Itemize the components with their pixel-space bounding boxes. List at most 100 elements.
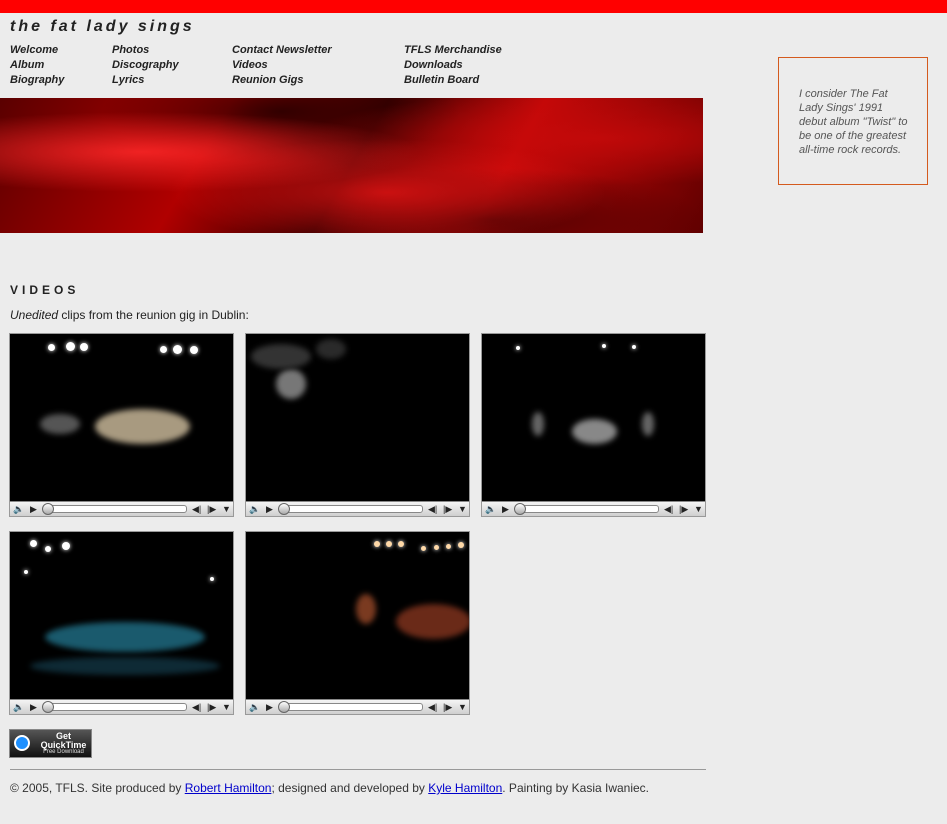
nav-link-merchandise[interactable]: TFLS Merchandise [404,43,502,58]
nav-link-welcome[interactable]: Welcome [10,43,64,58]
footer-copyright: © 2005, TFLS. Site produced by [10,781,185,795]
step-back-icon[interactable]: ◀| [428,701,437,713]
video-controls: 🔈 ▶ ◀| |▶ ▼ [246,501,469,516]
stage-light [421,546,426,551]
stage-light [190,346,198,354]
step-forward-icon[interactable]: |▶ [443,503,452,515]
stage-light [45,546,51,552]
scrubber-track[interactable] [42,503,187,515]
step-back-icon[interactable]: ◀| [192,503,201,515]
nav-link-reunion-gigs[interactable]: Reunion Gigs [232,73,332,88]
drum-kit-blur [276,369,306,399]
scrubber-track[interactable] [42,701,187,713]
footer-divider [10,769,706,770]
menu-chevron-down-icon[interactable]: ▼ [694,503,703,515]
video-controls: 🔈 ▶ ◀| |▶ ▼ [10,699,233,714]
scrubber-track[interactable] [278,701,423,713]
video-player-1[interactable]: 🔈 ▶ ◀| |▶ ▼ [9,333,234,517]
volume-icon[interactable]: 🔈 [485,503,496,515]
band-silhouette [45,622,205,652]
scrubber-knob[interactable] [42,503,54,515]
video-player-2[interactable]: 🔈 ▶ ◀| |▶ ▼ [245,333,470,517]
stage-floor [30,657,220,675]
play-icon[interactable]: ▶ [266,503,273,515]
stage-light [398,541,404,547]
play-icon[interactable]: ▶ [502,503,509,515]
video-controls: 🔈 ▶ ◀| |▶ ▼ [246,699,469,714]
menu-chevron-down-icon[interactable]: ▼ [458,503,467,515]
volume-icon[interactable]: 🔈 [249,701,260,713]
nav-column-4: TFLS Merchandise Downloads Bulletin Boar… [404,43,502,88]
stage-light [66,342,75,351]
step-forward-icon[interactable]: |▶ [679,503,688,515]
footer-text-suffix: . Painting by Kasia Iwaniec. [502,781,650,795]
nav-link-downloads[interactable]: Downloads [404,58,502,73]
step-back-icon[interactable]: ◀| [664,503,673,515]
band-silhouette [396,604,469,639]
step-forward-icon[interactable]: |▶ [207,503,216,515]
nav-link-lyrics[interactable]: Lyrics [112,73,179,88]
quote-text: I consider The Fat Lady Sings' 1991 debu… [799,88,908,156]
step-forward-icon[interactable]: |▶ [443,701,452,713]
play-icon[interactable]: ▶ [30,503,37,515]
stage-rig-blur [316,339,346,359]
top-red-bar [0,0,947,13]
stage-light [458,542,464,548]
stage-light [160,346,167,353]
band-silhouette [40,414,80,434]
site-title: the fat lady sings [10,18,195,35]
scrubber-knob[interactable] [278,503,290,515]
stage-light [30,540,37,547]
volume-icon[interactable]: 🔈 [13,503,24,515]
video-player-4[interactable]: 🔈 ▶ ◀| |▶ ▼ [9,531,234,715]
video-frame[interactable] [246,334,469,501]
menu-chevron-down-icon[interactable]: ▼ [458,701,467,713]
step-forward-icon[interactable]: |▶ [207,701,216,713]
nav-link-discography[interactable]: Discography [112,58,179,73]
menu-chevron-down-icon[interactable]: ▼ [222,701,231,713]
videos-intro: Unedited clips from the reunion gig in D… [10,308,249,322]
stage-light [24,570,28,574]
video-frame[interactable] [10,334,233,501]
play-icon[interactable]: ▶ [266,701,273,713]
stage-light [434,545,439,550]
band-silhouette [95,409,190,444]
quicktime-sublabel: Free Download [43,749,84,755]
get-quicktime-button[interactable]: Get QuickTime Free Download [9,729,92,758]
scrubber-knob[interactable] [42,701,54,713]
video-frame[interactable] [482,334,705,501]
stage-light [632,345,636,349]
nav-link-bulletin-board[interactable]: Bulletin Board [404,73,502,88]
nav-link-photos[interactable]: Photos [112,43,179,58]
play-icon[interactable]: ▶ [30,701,37,713]
menu-chevron-down-icon[interactable]: ▼ [222,503,231,515]
quicktime-label: Get QuickTime [36,732,91,750]
stage-light [80,343,88,351]
quicktime-logo-icon [14,735,30,751]
nav-column-1: Welcome Album Biography [10,43,64,88]
nav-link-contact-newsletter[interactable]: Contact Newsletter [232,43,332,58]
video-frame[interactable] [246,532,469,699]
step-back-icon[interactable]: ◀| [192,701,201,713]
volume-icon[interactable]: 🔈 [13,701,24,713]
video-player-3[interactable]: 🔈 ▶ ◀| |▶ ▼ [481,333,706,517]
video-frame[interactable] [10,532,233,699]
intro-emphasis: Unedited [10,308,59,322]
volume-icon[interactable]: 🔈 [249,503,260,515]
scrubber-knob[interactable] [514,503,526,515]
scrubber-knob[interactable] [278,701,290,713]
footer-link-kyle-hamilton[interactable]: Kyle Hamilton [428,781,502,795]
nav-link-videos[interactable]: Videos [232,58,332,73]
band-silhouette [532,412,544,436]
nav-link-album[interactable]: Album [10,58,64,73]
stage-light [446,544,451,549]
stage-rig-blur [251,344,311,369]
step-back-icon[interactable]: ◀| [428,503,437,515]
stage-light [602,344,606,348]
nav-link-biography[interactable]: Biography [10,73,64,88]
stage-light [48,344,55,351]
scrubber-track[interactable] [278,503,423,515]
footer-link-robert-hamilton[interactable]: Robert Hamilton [185,781,272,795]
scrubber-track[interactable] [514,503,659,515]
video-player-5[interactable]: 🔈 ▶ ◀| |▶ ▼ [245,531,470,715]
